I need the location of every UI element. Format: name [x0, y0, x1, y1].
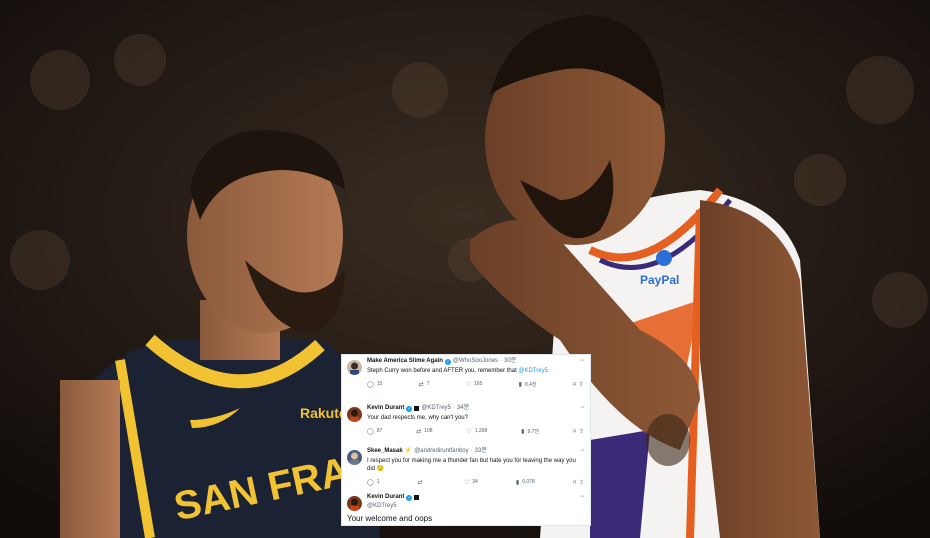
tweet-thread-card: Make America Slime Again ✓ @WhoSooJones …: [341, 354, 591, 526]
tweet-text: Your dad respects me, why can't you?: [367, 415, 468, 421]
heart-icon: ♡: [466, 428, 472, 435]
reply-button[interactable]: ◯ 1: [367, 479, 380, 486]
retweet-icon: ⇄: [416, 428, 422, 435]
verified-badge-icon: ✓: [406, 405, 413, 412]
reply-icon: ◯: [367, 381, 374, 388]
tweet-text: Steph Curry won before and AFTER you, re…: [367, 368, 548, 374]
views-icon: ▮: [518, 381, 522, 388]
bookmark-icon[interactable]: ⌑: [573, 381, 576, 388]
tweet-actions: ◯ 1 ⇄ ♡ 34 ▮ 6,078 ⌑ ⇧: [367, 478, 584, 486]
tweet-header: Kevin Durant ✓ @KDTrey5 · 34분: [367, 404, 470, 413]
tweet-header: Skee_Masak ⚡ @andrediruntfanboy · 33분: [367, 447, 487, 456]
tweet[interactable]: Make America Slime Again ✓ @WhoSooJones …: [342, 355, 590, 402]
more-options-icon[interactable]: ···: [580, 493, 585, 500]
display-name[interactable]: Kevin Durant: [367, 404, 404, 413]
retweet-button[interactable]: ⇄: [418, 479, 426, 486]
affiliate-badge-icon: [414, 495, 420, 500]
share-icon[interactable]: ⇧: [579, 479, 584, 486]
tweet-header: Make America Slime Again ✓ @WhoSooJones …: [367, 357, 517, 366]
display-name[interactable]: Kevin Durant: [367, 493, 404, 502]
avatar[interactable]: [347, 360, 362, 375]
affiliate-badge-icon: [414, 406, 420, 411]
views-icon: ▮: [521, 428, 525, 435]
tweet-header: Kevin Durant ✓: [367, 493, 584, 502]
share-icon[interactable]: ⇧: [579, 381, 584, 388]
more-options-icon[interactable]: ···: [580, 357, 585, 364]
like-button[interactable]: ♡ 1,399: [466, 428, 487, 435]
handle[interactable]: @KDTrey5: [421, 404, 451, 413]
reply-icon: ◯: [367, 428, 374, 435]
heart-icon: ♡: [463, 479, 470, 486]
views-button[interactable]: ▮ 6,078: [516, 479, 535, 486]
more-options-icon[interactable]: ···: [580, 404, 585, 411]
tweet-actions: ◯ 15 ⇄ 7 ♡ 165 ▮ 8.4천 ⌑ ⇧: [367, 380, 584, 388]
like-button[interactable]: ♡ 34: [464, 479, 478, 486]
avatar[interactable]: [347, 450, 362, 465]
timestamp[interactable]: 34분: [457, 404, 469, 413]
views-button[interactable]: ▮ 9.7천: [521, 428, 539, 435]
avatar[interactable]: [347, 496, 362, 511]
display-name[interactable]: Make America Slime Again: [367, 357, 443, 366]
timestamp[interactable]: 33분: [475, 447, 487, 456]
lightning-badge-icon: ⚡: [404, 448, 413, 454]
reply-button[interactable]: ◯ 87: [367, 428, 382, 435]
tweet-text: I respect you for making me a thunder fa…: [367, 458, 576, 472]
tweet-actions: ◯ 87 ⇄ 108 ♡ 1,399 ▮ 9.7천 ⌑ ⇧: [367, 427, 584, 435]
display-name[interactable]: Skee_Masak: [367, 447, 403, 456]
handle[interactable]: @WhoSooJones: [453, 357, 498, 366]
right-sponsor: PayPal: [640, 273, 679, 287]
retweet-icon: ⇄: [417, 479, 423, 486]
reply-icon: ◯: [367, 479, 374, 486]
retweet-button[interactable]: ⇄ 7: [419, 381, 430, 388]
retweet-button[interactable]: ⇄ 108: [416, 428, 432, 435]
heart-icon: ♡: [465, 381, 472, 388]
bookmark-icon[interactable]: ⌑: [573, 428, 576, 435]
views-icon: ▮: [515, 479, 520, 486]
tweet[interactable]: Skee_Masak ⚡ @andrediruntfanboy · 33분 ··…: [342, 445, 590, 491]
verified-badge-icon: ✓: [406, 494, 413, 501]
more-options-icon[interactable]: ···: [580, 447, 585, 454]
avatar[interactable]: [347, 407, 362, 422]
timestamp[interactable]: 30분: [504, 357, 516, 366]
views-button[interactable]: ▮ 8.4천: [519, 381, 537, 388]
handle[interactable]: @KDTrey5: [367, 502, 397, 511]
verified-badge-icon: ✓: [444, 358, 451, 365]
bookmark-icon[interactable]: ⌑: [573, 479, 576, 486]
share-icon[interactable]: ⇧: [579, 428, 584, 435]
reply-button[interactable]: ◯ 15: [367, 381, 382, 388]
handle[interactable]: @andrediruntfanboy: [414, 447, 468, 456]
retweet-icon: ⇄: [418, 381, 424, 388]
focused-tweet-text: Your welcome and oops: [347, 514, 433, 523]
tweet[interactable]: Kevin Durant ✓ @KDTrey5 · 34분 ··· Your d…: [342, 402, 590, 445]
mention-link[interactable]: @KDTrey5: [518, 368, 548, 374]
like-button[interactable]: ♡ 165: [466, 381, 483, 388]
